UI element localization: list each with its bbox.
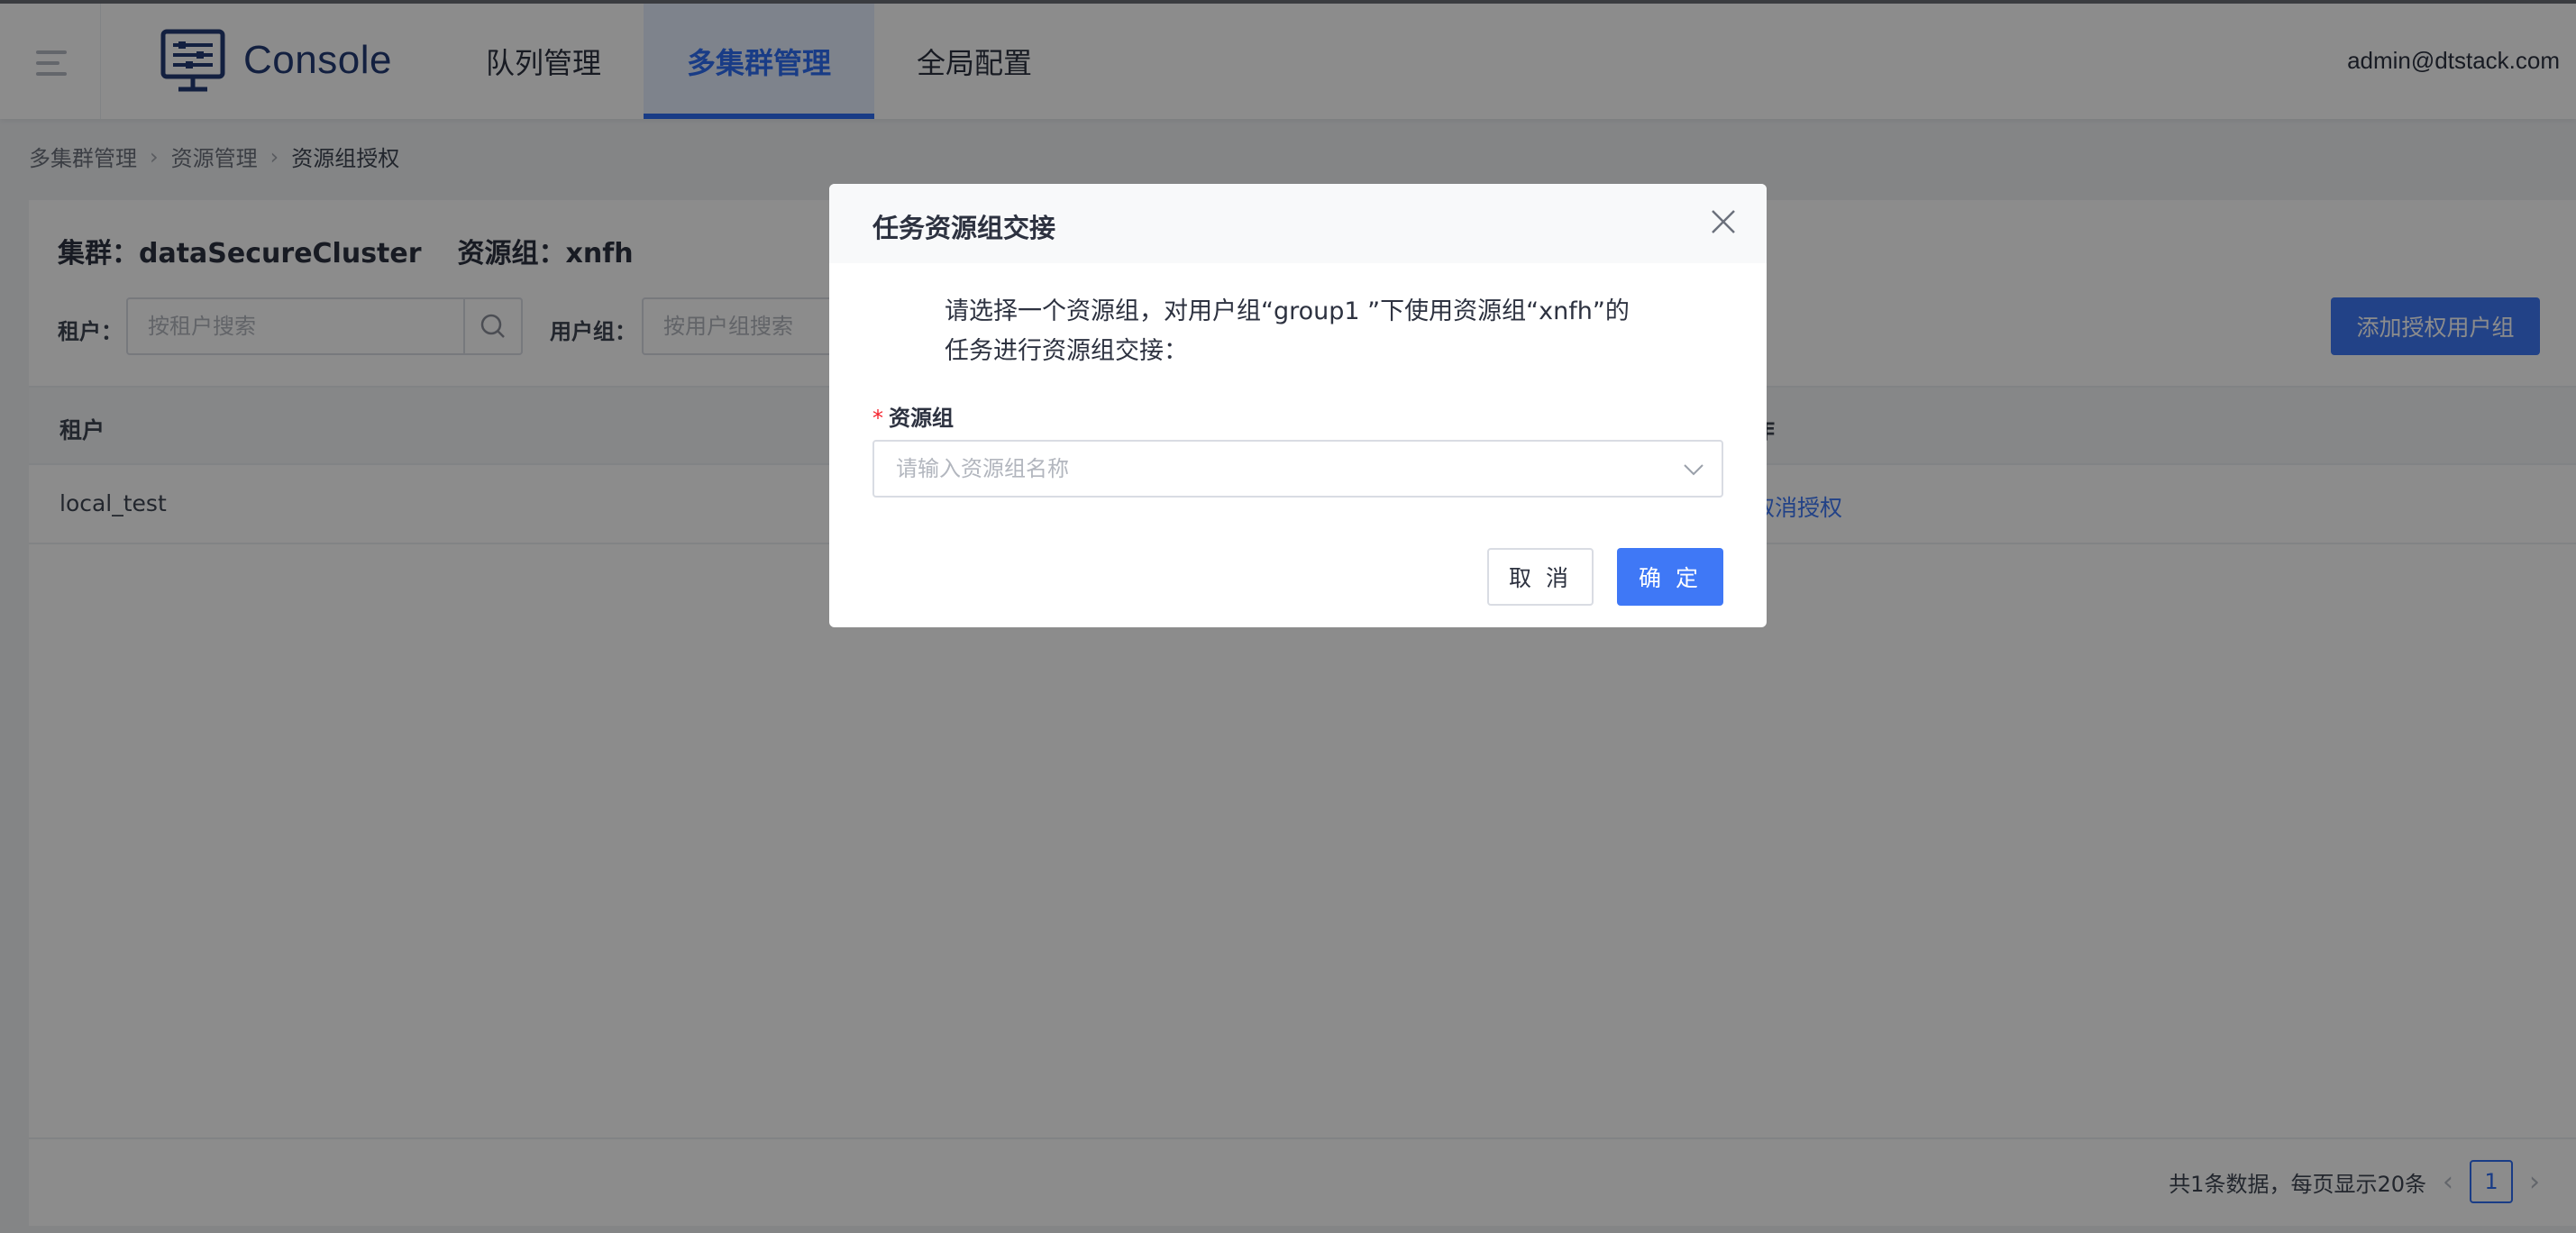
resource-group-select[interactable]: 请输入资源组名称 <box>872 440 1723 498</box>
select-placeholder: 请输入资源组名称 <box>896 456 1069 481</box>
modal-description: 请选择一个资源组，对用户组“group1 ”下使用资源组“xnfh”的 任务进行… <box>945 292 1666 371</box>
description-line: 请选择一个资源组，对用户组“group1 ”下使用资源组“xnfh”的 <box>945 297 1630 325</box>
description-line: 任务进行资源组交接： <box>945 337 1188 365</box>
required-asterisk: * <box>872 406 883 431</box>
close-icon[interactable] <box>1707 206 1740 238</box>
confirm-button[interactable]: 确 定 <box>1617 548 1723 606</box>
resource-group-handover-modal: 任务资源组交接 请选择一个资源组，对用户组“group1 ”下使用资源组“xnf… <box>829 184 1767 627</box>
resource-group-field-label: * 资源组 <box>872 406 954 431</box>
modal-title: 任务资源组交接 <box>872 213 1056 243</box>
app-root: Console 队列管理 多集群管理 全局配置 admin@dtstack.co… <box>0 0 2576 1233</box>
cancel-button[interactable]: 取 消 <box>1487 548 1594 606</box>
modal-header: 任务资源组交接 <box>829 184 1767 263</box>
chevron-down-icon <box>1684 464 1704 476</box>
